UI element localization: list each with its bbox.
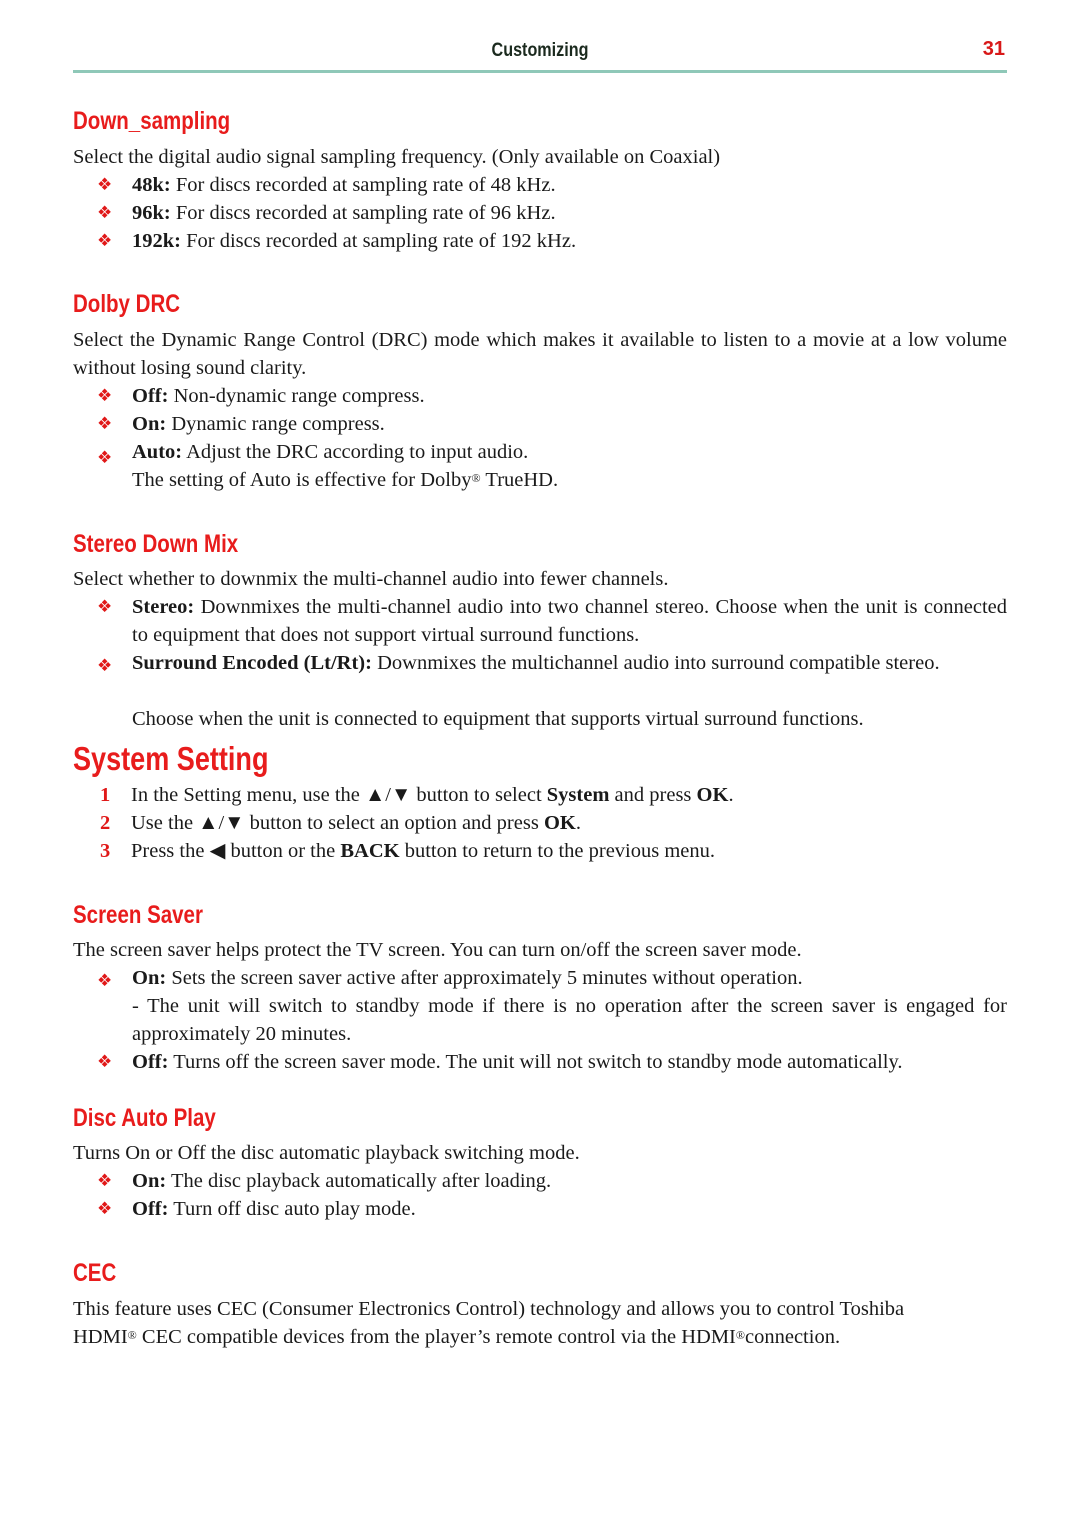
diamond-bullet-icon: ❖: [97, 1199, 113, 1218]
heading-cec: CEC: [73, 1259, 117, 1287]
diamond-bullet-icon: ❖: [97, 386, 113, 405]
heading-screen-saver: Screen Saver: [73, 901, 203, 929]
diamond-bullet-icon: ❖: [97, 597, 113, 616]
diamond-bullet-icon: ❖: [97, 203, 113, 222]
heading-down-sampling: Down_sampling: [73, 107, 231, 135]
dolby-drc-auto-note: The setting of Auto is effective for Dol…: [132, 469, 559, 491]
heading-system-setting: System Setting: [73, 740, 269, 777]
step-number: 3: [100, 840, 111, 862]
screen-saver-intro: The screen saver helps protect the TV sc…: [73, 939, 802, 961]
section-title: Customizing: [491, 40, 589, 61]
registered-mark: ®: [735, 1328, 745, 1342]
heading-disc-auto-play: Disc Auto Play: [73, 1104, 216, 1132]
diamond-bullet-icon: ❖: [97, 448, 113, 467]
step-number: 1: [100, 784, 111, 806]
dolby-drc-intro: Select the Dynamic Range Control (DRC) m…: [73, 329, 1007, 379]
diamond-bullet-icon: ❖: [97, 414, 113, 433]
registered-mark: ®: [471, 471, 481, 485]
step-number: 2: [100, 812, 111, 834]
stereo-down-mix-continuation: Choose when the unit is connected to equ…: [132, 708, 864, 730]
diamond-bullet-icon: ❖: [97, 656, 113, 675]
disc-auto-play-intro: Turns On or Off the disc automatic playb…: [73, 1142, 580, 1164]
diamond-bullet-icon: ❖: [97, 1052, 113, 1071]
screen-saver-on-note: - The unit will switch to standby mode i…: [132, 995, 1007, 1045]
header-divider: [73, 70, 1007, 73]
diamond-bullet-icon: ❖: [97, 175, 113, 194]
page-header: Customizing 31: [73, 38, 1007, 73]
stereo-down-mix-intro: Select whether to downmix the multi-chan…: [73, 568, 669, 590]
page-number: 31: [982, 38, 1005, 60]
diamond-bullet-icon: ❖: [97, 231, 113, 250]
cec-line-1: This feature uses CEC (Consumer Electron…: [73, 1298, 905, 1320]
heading-dolby-drc: Dolby DRC: [73, 290, 181, 318]
down-sampling-intro: Select the digital audio signal sampling…: [73, 146, 721, 168]
diamond-bullet-icon: ❖: [97, 971, 113, 990]
diamond-bullet-icon: ❖: [97, 1171, 113, 1190]
registered-mark: ®: [127, 1328, 137, 1342]
cec-line-2: HDMI® CEC compatible devices from the pl…: [73, 1326, 841, 1348]
heading-stereo-down-mix: Stereo Down Mix: [73, 530, 239, 558]
